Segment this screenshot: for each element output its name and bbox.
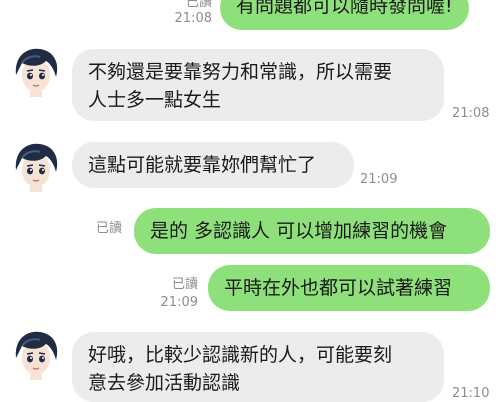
anime-boy-avatar-icon[interactable]	[10, 328, 62, 380]
read-receipt: 已讀	[171, 277, 198, 292]
received-message-bubble[interactable]: 這點可能就要靠妳們幫忙了	[72, 142, 354, 188]
message-text-line: 意去參加活動認識	[88, 372, 241, 394]
read-receipt: 已讀	[185, 0, 212, 10]
message-text-line: 好哦，比較少認識新的人，可能要刻	[88, 344, 393, 366]
message-text-line: 人士多一點女生	[88, 89, 222, 111]
message-text-line: 不夠還是要靠努力和常識，所以需要	[88, 61, 393, 83]
message-time: 21:09	[160, 295, 198, 310]
received-message-bubble[interactable]: 不夠還是要靠努力和常識，所以需要 人士多一點女生	[72, 49, 444, 121]
message-text: 這點可能就要靠妳們幫忙了	[88, 154, 317, 176]
sent-message-bubble[interactable]: 是的 多認識人 可以增加練習的機會	[134, 208, 490, 254]
sent-message-bubble[interactable]: 平時在外也都可以試著練習	[208, 265, 490, 311]
message-text: 有問題都可以隨時發問喔!	[236, 0, 453, 17]
message-time: 21:08	[452, 106, 490, 121]
anime-boy-avatar-icon[interactable]	[10, 45, 62, 97]
message-time: 21:09	[360, 172, 398, 187]
message-text: 是的 多認識人 可以增加練習的機會	[150, 220, 448, 242]
anime-boy-avatar-icon[interactable]	[10, 140, 62, 192]
message-time: 21:08	[174, 11, 212, 26]
message-text: 平時在外也都可以試著練習	[224, 277, 453, 299]
read-receipt: 已讀	[95, 221, 122, 236]
sent-message-bubble[interactable]: 有問題都可以隨時發問喔!	[220, 0, 469, 30]
received-message-bubble[interactable]: 好哦，比較少認識新的人，可能要刻 意去參加活動認識	[72, 332, 444, 402]
